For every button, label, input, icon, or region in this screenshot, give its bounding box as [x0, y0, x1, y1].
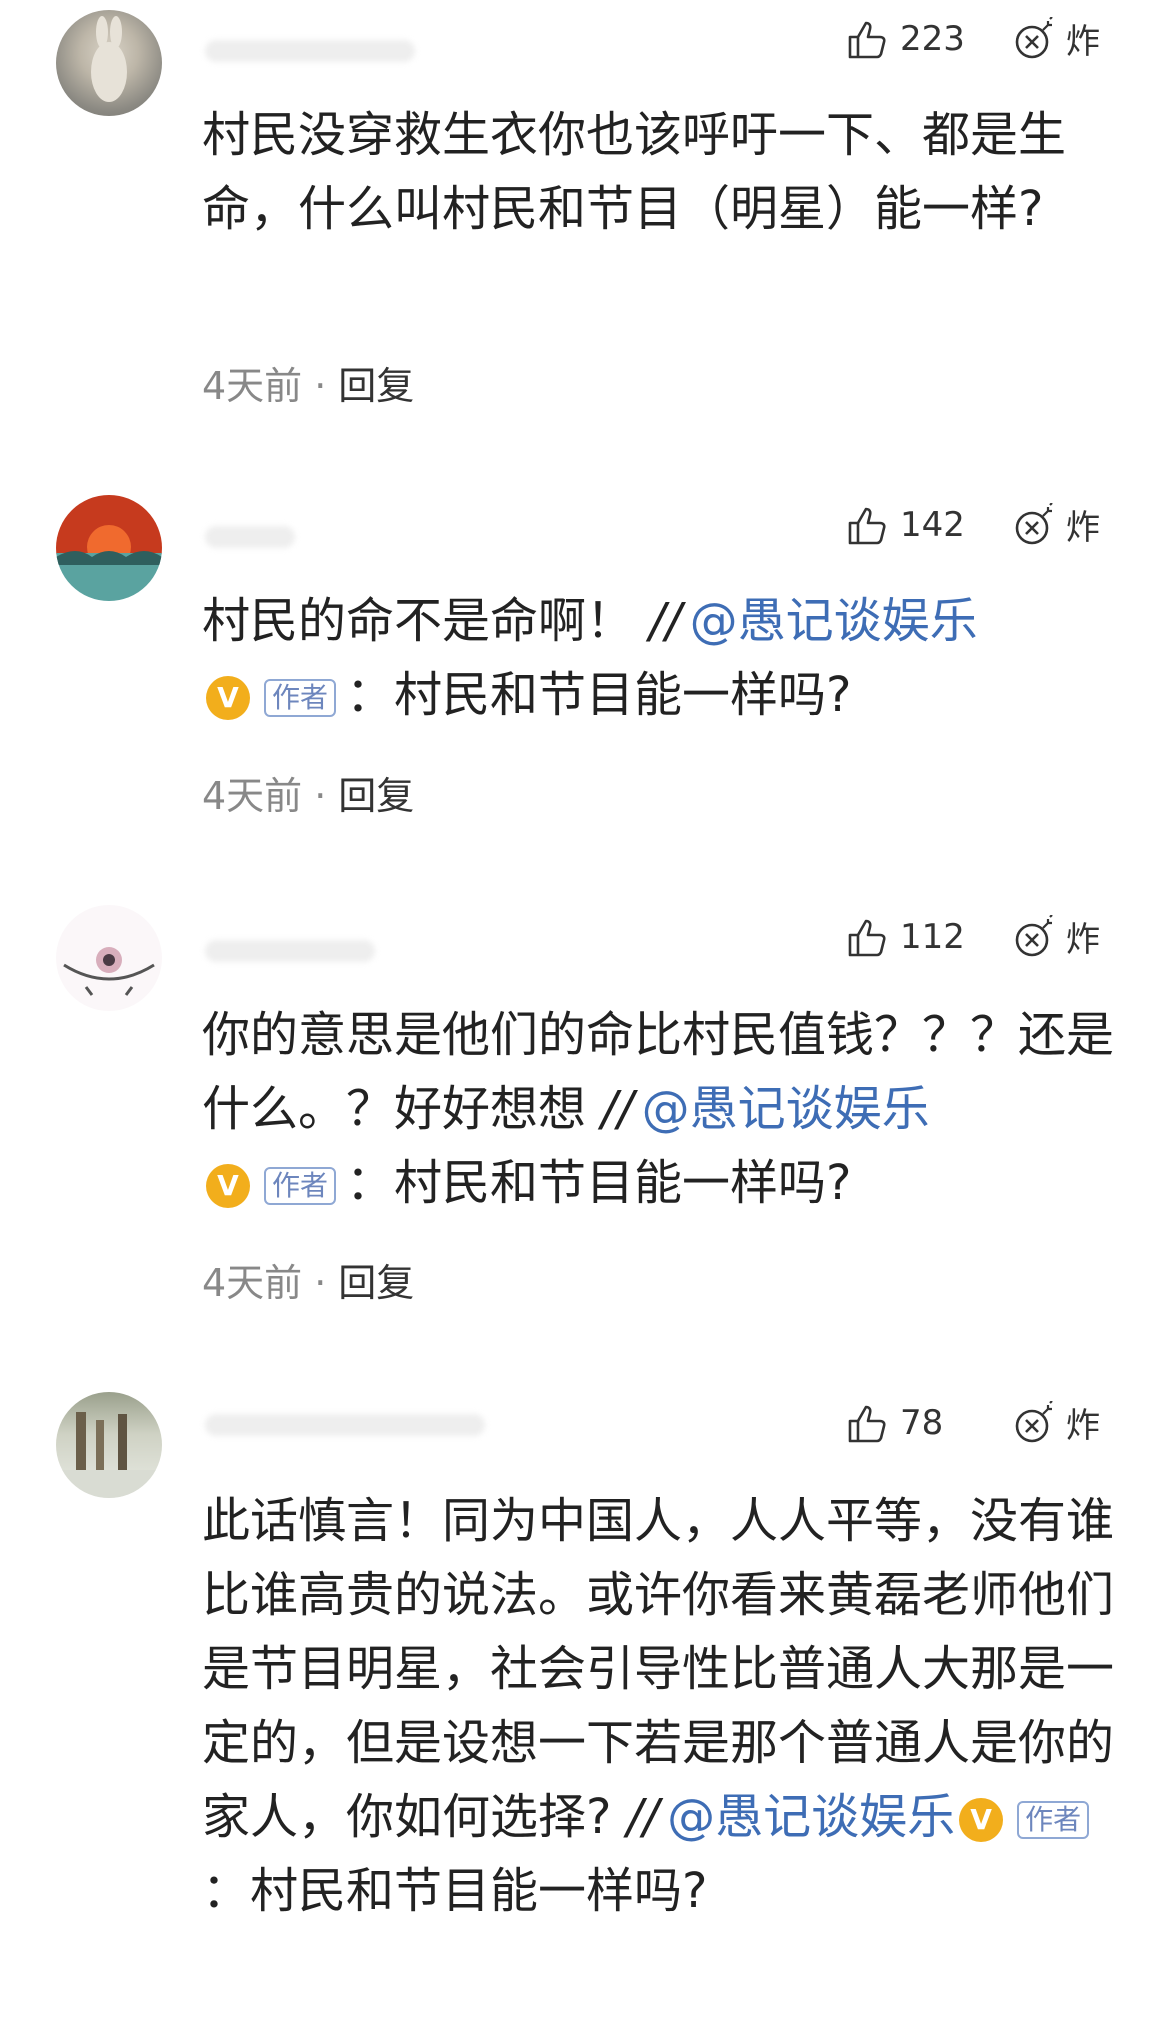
- reply-button[interactable]: 回复: [338, 1261, 414, 1305]
- bomb-label: 炸: [1066, 1406, 1100, 1446]
- comment-meta: 4天前 · 回复: [202, 765, 414, 820]
- like-count: 78: [900, 1402, 944, 1443]
- thumbs-up-icon: [848, 21, 886, 58]
- author-tag: 作者: [264, 1167, 337, 1205]
- comment-time: 4天前: [202, 774, 303, 818]
- bomb-button[interactable]: 炸: [1012, 14, 1100, 63]
- verified-badge-icon: V: [959, 1798, 1004, 1842]
- like-count: 142: [900, 504, 965, 545]
- bomb-button[interactable]: 炸: [1012, 1398, 1100, 1447]
- verified-badge-icon: V: [206, 1164, 250, 1208]
- comment-meta: 4天前 · 回复: [202, 1252, 414, 1307]
- avatar[interactable]: [56, 495, 162, 601]
- bomb-icon: [1015, 914, 1053, 956]
- comment-time: 4天前: [202, 1261, 303, 1305]
- bomb-icon: [1015, 502, 1053, 544]
- separator-dot: ·: [314, 774, 327, 818]
- mention-link[interactable]: @愚记谈娱乐: [642, 1081, 930, 1137]
- mention-link[interactable]: @愚记谈娱乐: [667, 1789, 955, 1845]
- like-button[interactable]: 223: [844, 17, 970, 61]
- comment-actions: 142 炸: [844, 500, 1100, 549]
- comment-actions: 112 炸: [844, 912, 1100, 961]
- like-count: 223: [900, 18, 965, 59]
- bomb-label: 炸: [1066, 920, 1100, 960]
- repost-slash: //: [626, 1789, 660, 1845]
- username-blurred[interactable]: [205, 1414, 485, 1436]
- quoted-text: ：村民和节目能一样吗?: [346, 1155, 852, 1211]
- comment-actions: 78 炸: [844, 1398, 1100, 1447]
- username-blurred[interactable]: [205, 940, 375, 962]
- avatar[interactable]: [56, 905, 162, 1011]
- separator-dot: ·: [314, 1261, 327, 1305]
- bomb-icon: [1015, 16, 1053, 58]
- like-button[interactable]: 142: [844, 503, 970, 547]
- comment-text-main: 村民的命不是命啊！: [202, 593, 635, 649]
- comment-text: 村民没穿救生衣你也该呼吁一下、都是生命，什么叫村民和节目（明星）能一样?: [202, 107, 1067, 237]
- reply-button[interactable]: 回复: [338, 774, 414, 818]
- thumbs-up-icon: [848, 507, 886, 544]
- comment-text: 此话慎言！同为中国人，人人平等，没有谁比谁高贵的说法。或许你看来黄磊老师他们是节…: [202, 1484, 1122, 1928]
- comment-actions: 223 炸: [844, 14, 1100, 63]
- avatar[interactable]: [56, 1392, 162, 1498]
- like-button[interactable]: 112: [844, 915, 970, 959]
- username-blurred[interactable]: [205, 40, 415, 62]
- author-tag: 作者: [1017, 1801, 1090, 1839]
- repost-slash: //: [601, 1081, 634, 1137]
- author-tag: 作者: [264, 679, 337, 717]
- comment-meta: 4天前 · 回复: [202, 355, 414, 410]
- like-count: 112: [900, 916, 965, 957]
- bomb-icon: [1015, 1400, 1053, 1442]
- thumbs-up-icon: [848, 919, 886, 956]
- verified-badge-icon: V: [206, 676, 250, 720]
- separator-dot: ·: [314, 364, 327, 408]
- comment-text: 你的意思是他们的命比村民值钱？？？还是什么。？好好想想 //@愚记谈娱乐 V 作者…: [202, 998, 1122, 1220]
- comment-text: 村民的命不是命啊！ //@愚记谈娱乐 V 作者 ：村民和节目能一样吗?: [202, 584, 1122, 732]
- bomb-label: 炸: [1066, 508, 1100, 548]
- bomb-button[interactable]: 炸: [1012, 912, 1100, 961]
- repost-slash: //: [649, 593, 682, 649]
- bomb-label: 炸: [1066, 22, 1100, 62]
- avatar[interactable]: [56, 10, 162, 116]
- mention-link[interactable]: @愚记谈娱乐: [690, 593, 978, 649]
- comment-time: 4天前: [202, 364, 303, 408]
- bomb-button[interactable]: 炸: [1012, 500, 1100, 549]
- reply-button[interactable]: 回复: [338, 364, 414, 408]
- thumbs-up-icon: [848, 1405, 886, 1442]
- quoted-text: ：村民和节目能一样吗?: [202, 1863, 708, 1919]
- like-button[interactable]: 78: [844, 1401, 970, 1445]
- quoted-text: ：村民和节目能一样吗?: [346, 667, 852, 723]
- username-blurred[interactable]: [205, 526, 295, 548]
